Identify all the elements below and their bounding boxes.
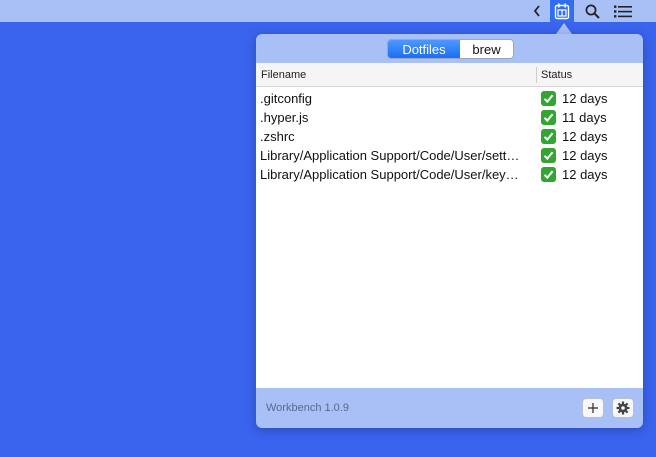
check-icon [541, 167, 556, 182]
add-button[interactable] [582, 398, 604, 418]
status-cell: 12 days [541, 148, 641, 163]
status-cell: 12 days [541, 91, 641, 106]
status-text: 12 days [562, 129, 608, 144]
table-row[interactable]: .zshrc 12 days [256, 127, 643, 146]
status-text: 12 days [562, 148, 608, 163]
table-row[interactable]: Library/Application Support/Code/User/ke… [256, 165, 643, 184]
plus-icon [588, 403, 598, 413]
settings-button[interactable] [612, 398, 634, 418]
gear-icon [616, 401, 630, 415]
tab-switcher: Dotfiles brew [387, 39, 514, 59]
check-icon [541, 91, 556, 106]
table-header: Filename Status [256, 63, 643, 87]
check-icon [541, 148, 556, 163]
table-row[interactable]: .hyper.js 11 days [256, 108, 643, 127]
check-icon [541, 129, 556, 144]
popover-arrow [556, 23, 572, 34]
status-cell: 12 days [541, 129, 641, 144]
tab-dotfiles[interactable]: Dotfiles [388, 40, 460, 58]
status-text: 11 days [562, 110, 607, 125]
status-text: 12 days [562, 167, 608, 182]
search-icon[interactable] [580, 0, 604, 22]
menu-bar [0, 0, 656, 22]
chevron-left-icon[interactable] [528, 0, 546, 22]
column-header-filename[interactable]: Filename [261, 63, 531, 87]
table-row[interactable]: .gitconfig 12 days [256, 89, 643, 108]
table-body: .gitconfig 12 days .hyper.js 11 days .zs… [256, 89, 643, 184]
status-cell: 11 days [541, 110, 641, 125]
workbench-popover: Dotfiles brew Filename Status .gitconfig… [256, 34, 643, 428]
filename-cell: .gitconfig [260, 91, 313, 106]
dotfiles-table: Filename Status .gitconfig 12 days .hype… [256, 63, 643, 388]
workbench-app-icon[interactable] [550, 0, 574, 22]
filename-cell: Library/Application Support/Code/User/se… [260, 148, 520, 163]
status-cell: 12 days [541, 167, 641, 182]
status-text: 12 days [562, 91, 608, 106]
filename-cell: .hyper.js [260, 110, 309, 125]
tab-brew[interactable]: brew [460, 40, 513, 58]
check-icon [541, 110, 556, 125]
list-icon[interactable] [610, 0, 636, 22]
filename-cell: .zshrc [260, 129, 295, 144]
filename-cell: Library/Application Support/Code/User/ke… [260, 167, 519, 182]
table-row[interactable]: Library/Application Support/Code/User/se… [256, 146, 643, 165]
column-header-status[interactable]: Status [541, 63, 636, 87]
version-label: Workbench 1.0.9 [266, 402, 349, 414]
column-divider[interactable] [536, 67, 537, 83]
